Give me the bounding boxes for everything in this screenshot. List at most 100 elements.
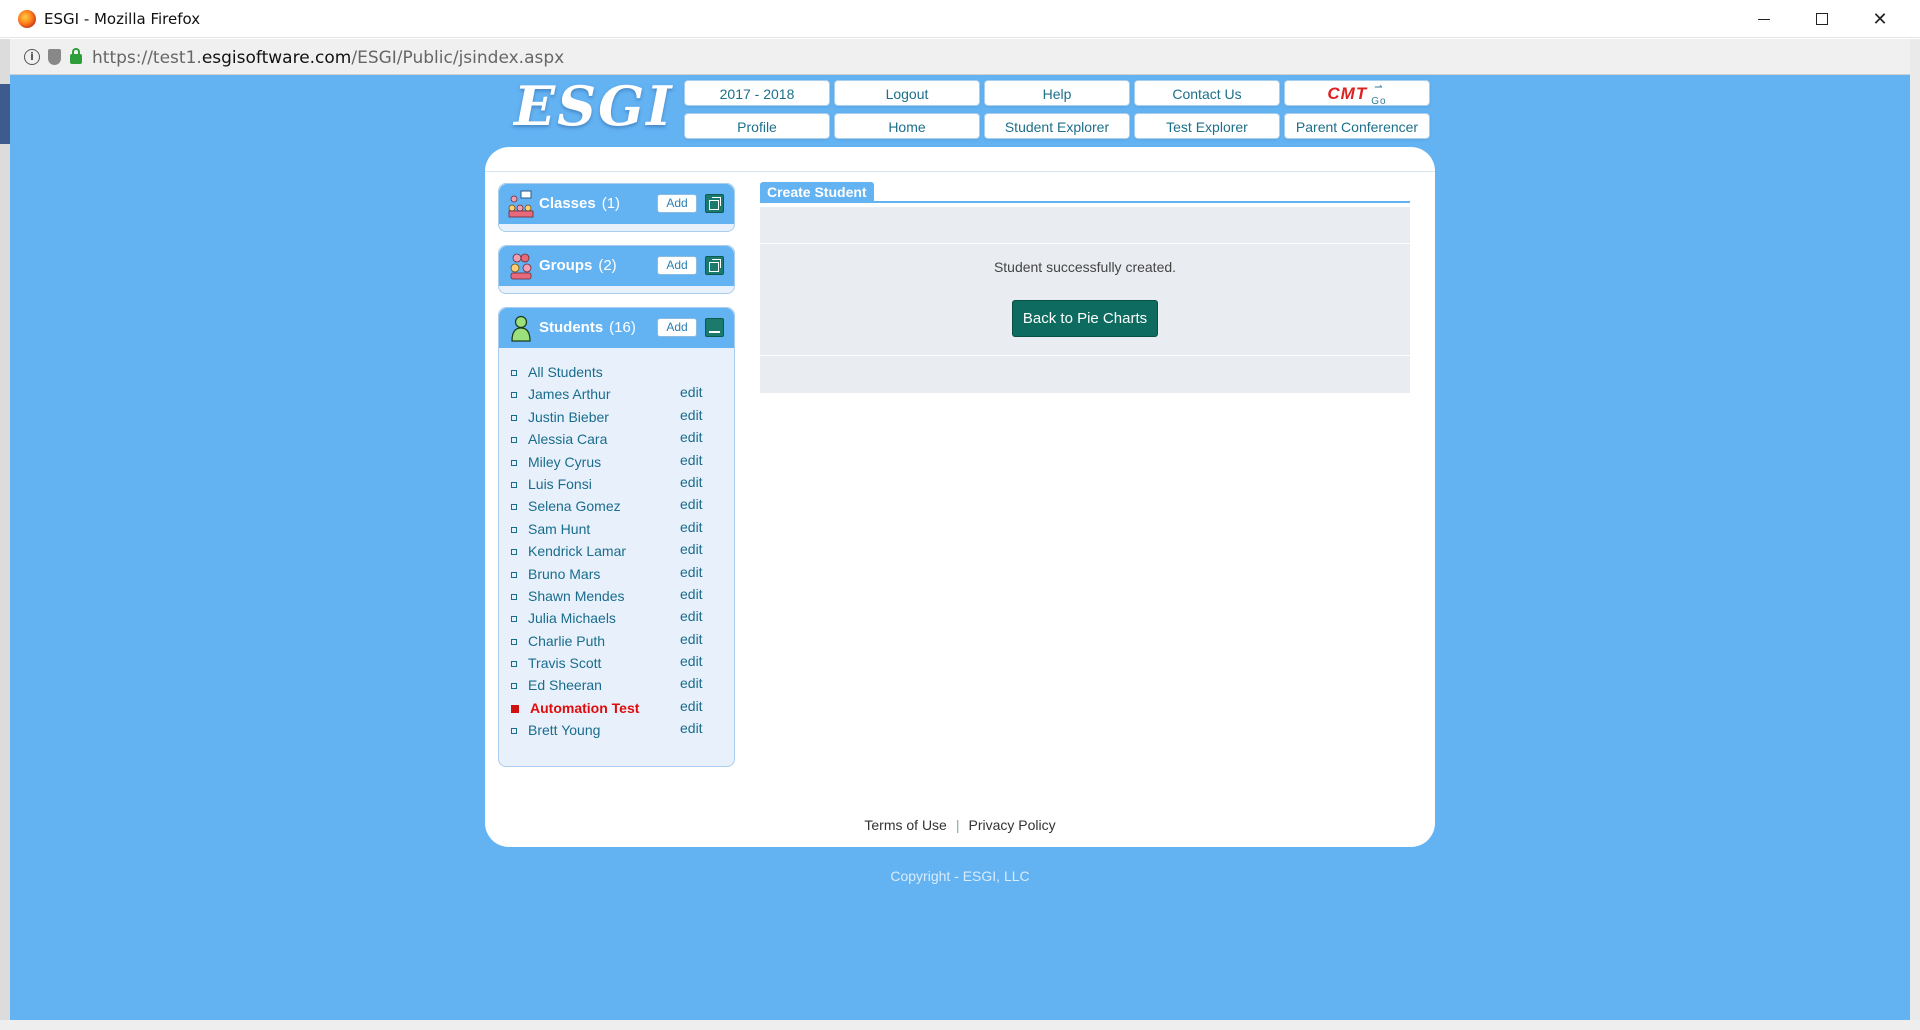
bullet-icon <box>511 526 517 533</box>
groups-label: Groups <box>539 257 593 274</box>
test-explorer-button[interactable]: Test Explorer <box>1134 113 1280 139</box>
background-window-strip <box>0 84 10 144</box>
student-list-item[interactable]: Shawn Mendes edit <box>511 585 721 607</box>
address-bar[interactable]: i https://test1.esgisoftware.com/ESGI/Pu… <box>10 39 1910 75</box>
edit-student-link[interactable]: edit <box>680 628 703 650</box>
edit-student-link[interactable]: edit <box>680 381 703 403</box>
edit-student-link[interactable]: edit <box>680 404 703 426</box>
student-list-item[interactable]: Ed Sheeran edit <box>511 674 721 696</box>
edit-student-link[interactable]: edit <box>680 493 703 515</box>
edit-student-link[interactable]: edit <box>680 426 703 448</box>
student-name-link[interactable]: Alessia Cara <box>528 428 607 450</box>
expand-groups-icon[interactable] <box>705 256 724 275</box>
bullet-icon <box>511 437 517 444</box>
profile-button[interactable]: Profile <box>684 113 830 139</box>
add-class-button[interactable]: Add <box>657 194 697 213</box>
bullet-icon <box>511 593 517 600</box>
cmt-button[interactable]: CMT ⇀ Go <box>1284 80 1430 107</box>
add-group-button[interactable]: Add <box>657 256 697 275</box>
classes-icon <box>508 190 534 218</box>
contact-us-button[interactable]: Contact Us <box>1134 80 1280 106</box>
bullet-icon <box>511 549 517 556</box>
student-name-link[interactable]: All Students <box>528 361 603 383</box>
home-button[interactable]: Home <box>834 113 980 139</box>
expand-classes-icon[interactable] <box>705 194 724 213</box>
student-name-link[interactable]: Shawn Mendes <box>528 585 625 607</box>
minimize-button[interactable] <box>1735 0 1793 38</box>
cmt-label: CMT <box>1327 84 1368 103</box>
student-name-link[interactable]: Miley Cyrus <box>528 451 601 473</box>
edit-student-link[interactable]: edit <box>680 672 703 694</box>
student-list-item[interactable]: Automation Test edit <box>511 697 721 719</box>
student-list-item[interactable]: Charlie Puth edit <box>511 630 721 652</box>
bullet-icon <box>511 481 517 488</box>
info-icon[interactable]: i <box>24 49 40 65</box>
students-panel: Students (16) Add All Students James Arthu… <box>498 307 735 767</box>
add-student-button[interactable]: Add <box>657 318 697 337</box>
lock-icon[interactable] <box>70 48 82 64</box>
tab-create-student[interactable]: Create Student <box>760 182 874 203</box>
help-button[interactable]: Help <box>984 80 1130 106</box>
groups-panel: Groups (2) Add <box>498 245 735 294</box>
student-list-item[interactable]: Julia Michaels edit <box>511 607 721 629</box>
student-name-link[interactable]: Charlie Puth <box>528 630 605 652</box>
student-name-link[interactable]: Brett Young <box>528 719 600 741</box>
student-list-item[interactable]: All Students <box>511 361 721 383</box>
student-name-link[interactable]: Travis Scott <box>528 652 601 674</box>
school-year-button[interactable]: 2017 - 2018 <box>684 80 830 106</box>
edit-student-link[interactable]: edit <box>680 650 703 672</box>
top-navigation: 2017 - 2018 Logout Help Contact Us CMT ⇀ G… <box>684 80 1432 142</box>
edit-student-link[interactable]: edit <box>680 516 703 538</box>
student-name-link[interactable]: Automation Test <box>530 697 639 719</box>
content-divider-bottom <box>760 355 1410 356</box>
student-list-item[interactable]: Miley Cyrus edit <box>511 451 721 473</box>
firefox-icon <box>18 10 36 28</box>
edit-student-link[interactable]: edit <box>680 471 703 493</box>
logout-button[interactable]: Logout <box>834 80 980 106</box>
student-list-item[interactable]: Luis Fonsi edit <box>511 473 721 495</box>
shield-icon[interactable] <box>48 49 61 65</box>
student-list-item[interactable]: Sam Hunt edit <box>511 518 721 540</box>
edit-student-link[interactable]: edit <box>680 695 703 717</box>
edit-student-link[interactable]: edit <box>680 717 703 739</box>
student-list-item[interactable]: Alessia Cara edit <box>511 428 721 450</box>
window-title: ESGI - Mozilla Firefox <box>44 10 201 28</box>
maximize-button[interactable] <box>1793 0 1851 38</box>
collapse-students-icon[interactable] <box>705 318 724 337</box>
student-name-link[interactable]: Kendrick Lamar <box>528 540 626 562</box>
student-name-link[interactable]: Julia Michaels <box>528 607 616 629</box>
esgi-logo[interactable]: ESGI <box>514 74 672 140</box>
edit-student-link[interactable]: edit <box>680 538 703 560</box>
bullet-icon <box>511 683 517 690</box>
students-title: Students (16) <box>539 319 636 336</box>
bullet-icon <box>511 370 517 376</box>
student-list-item[interactable]: Travis Scott edit <box>511 652 721 674</box>
edit-student-link[interactable]: edit <box>680 605 703 627</box>
privacy-policy-link[interactable]: Privacy Policy <box>968 817 1055 833</box>
student-list-item[interactable]: Justin Bieber edit <box>511 406 721 428</box>
student-name-link[interactable]: Bruno Mars <box>528 563 600 585</box>
bullet-icon <box>511 728 517 735</box>
student-list-item[interactable]: Brett Young edit <box>511 719 721 741</box>
url-text[interactable]: https://test1.esgisoftware.com/ESGI/Publ… <box>92 48 564 68</box>
student-explorer-button[interactable]: Student Explorer <box>984 113 1130 139</box>
edit-student-link[interactable]: edit <box>680 561 703 583</box>
student-name-link[interactable]: Justin Bieber <box>528 406 609 428</box>
page-scrollbar[interactable] <box>1910 39 1920 1030</box>
parent-conferencer-button[interactable]: Parent Conferencer <box>1284 113 1430 139</box>
student-list-item[interactable]: Kendrick Lamar edit <box>511 540 721 562</box>
student-list-item[interactable]: Bruno Mars edit <box>511 563 721 585</box>
student-list-item[interactable]: James Arthur edit <box>511 383 721 405</box>
student-name-link[interactable]: Selena Gomez <box>528 495 621 517</box>
back-to-pie-charts-button[interactable]: Back to Pie Charts <box>1012 300 1158 337</box>
close-window-button[interactable]: ✕ <box>1851 0 1909 38</box>
terms-of-use-link[interactable]: Terms of Use <box>864 817 946 833</box>
student-name-link[interactable]: Sam Hunt <box>528 518 590 540</box>
edit-student-link[interactable]: edit <box>680 583 703 605</box>
edit-student-link[interactable]: edit <box>680 449 703 471</box>
student-list-item[interactable]: Selena Gomez edit <box>511 495 721 517</box>
student-name-link[interactable]: James Arthur <box>528 383 610 405</box>
student-name-link[interactable]: Ed Sheeran <box>528 674 602 696</box>
student-name-link[interactable]: Luis Fonsi <box>528 473 592 495</box>
bullet-icon <box>511 661 517 668</box>
